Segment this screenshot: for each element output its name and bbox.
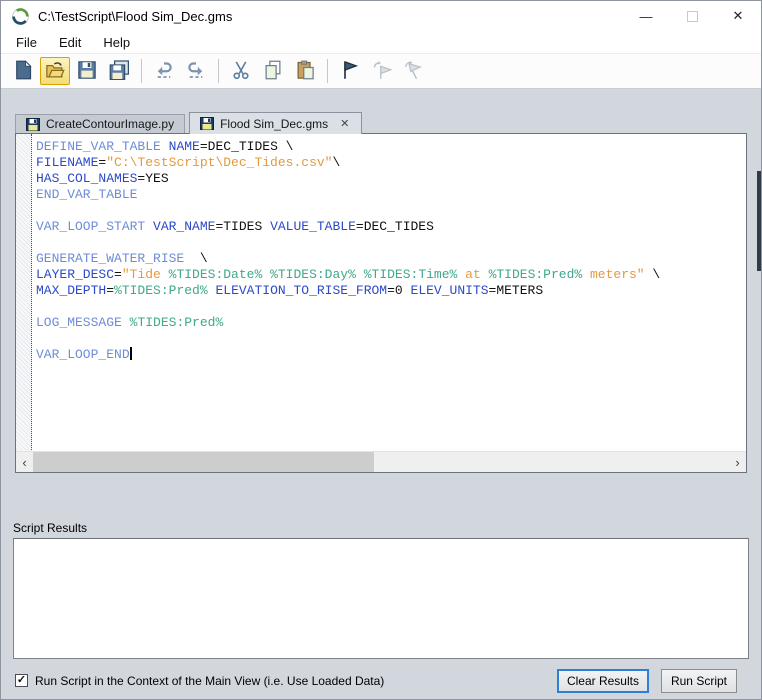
script-results-label: Script Results	[13, 521, 761, 535]
save-button[interactable]	[72, 57, 102, 85]
floppy-disk-icon	[26, 118, 40, 131]
save-all-button[interactable]	[104, 57, 134, 85]
code-line	[36, 331, 746, 347]
code-line: LOG_MESSAGE %TIDES:Pred%	[36, 315, 746, 331]
footer-bar: ✓ Run Script in the Context of the Main …	[1, 668, 761, 693]
previous-flag-button[interactable]	[399, 57, 429, 85]
save-icon	[77, 60, 97, 83]
new-file-button[interactable]	[8, 57, 38, 85]
next-flag-button[interactable]	[367, 57, 397, 85]
run-context-checkbox[interactable]: ✓	[15, 674, 28, 687]
scrollbar-track[interactable]	[33, 452, 729, 472]
titlebar: C:\TestScript\Flood Sim_Dec.gms — ✕	[1, 1, 761, 31]
code-line: LAYER_DESC="Tide %TIDES:Date% %TIDES:Day…	[36, 267, 746, 283]
redo-button[interactable]	[181, 57, 211, 85]
menu-edit[interactable]: Edit	[48, 33, 92, 52]
script-editor[interactable]: DEFINE_VAR_TABLE NAME=DEC_TIDES \FILENAM…	[15, 133, 747, 473]
menu-bar: File Edit Help	[1, 31, 761, 53]
copy-button[interactable]	[258, 57, 288, 85]
window-title: C:\TestScript\Flood Sim_Dec.gms	[38, 9, 232, 24]
background-window-sliver	[757, 171, 761, 271]
cut-icon	[231, 60, 251, 83]
scroll-right-icon[interactable]: ›	[729, 452, 746, 472]
scroll-left-icon[interactable]: ‹	[16, 452, 33, 472]
cut-button[interactable]	[226, 57, 256, 85]
floppy-disk-icon	[200, 117, 214, 130]
redo-icon	[186, 60, 206, 83]
tab-bar: CreateContourImage.py Flood Sim_Dec.gms …	[15, 111, 747, 133]
save-all-icon	[109, 60, 129, 83]
undo-icon	[154, 60, 174, 83]
open-file-button[interactable]	[40, 57, 70, 85]
run-context-checkbox-group: ✓ Run Script in the Context of the Main …	[15, 674, 384, 688]
open-file-icon	[45, 60, 65, 83]
menu-help[interactable]: Help	[92, 33, 141, 52]
scrollbar-thumb[interactable]	[33, 452, 374, 472]
code-line: GENERATE_WATER_RISE \	[36, 251, 746, 267]
text-caret	[130, 347, 132, 360]
code-line: FILENAME="C:\TestScript\Dec_Tides.csv"\	[36, 155, 746, 171]
tab-createcontourimage[interactable]: CreateContourImage.py	[15, 114, 185, 133]
tab-flood-sim-dec[interactable]: Flood Sim_Dec.gms ✕	[189, 112, 362, 134]
tab-label: CreateContourImage.py	[46, 117, 174, 131]
new-file-icon	[13, 60, 33, 83]
code-line: HAS_COL_NAMES=YES	[36, 171, 746, 187]
create-flag-button[interactable]	[335, 57, 365, 85]
paste-icon	[295, 60, 315, 83]
next-flag-icon	[372, 60, 392, 83]
run-script-button[interactable]: Run Script	[661, 669, 737, 693]
code-line: VAR_LOOP_END	[36, 347, 746, 363]
gms-logo-icon	[12, 8, 29, 25]
close-button[interactable]: ✕	[715, 1, 761, 31]
copy-icon	[263, 60, 283, 83]
toolbar-separator	[218, 59, 219, 83]
code-line	[36, 299, 746, 315]
code-line	[36, 203, 746, 219]
create-flag-icon	[340, 60, 360, 83]
code-area[interactable]: DEFINE_VAR_TABLE NAME=DEC_TIDES \FILENAM…	[32, 134, 746, 452]
minimize-button[interactable]: —	[623, 1, 669, 31]
maximize-button[interactable]	[669, 1, 715, 31]
minimize-icon: —	[640, 9, 653, 24]
tab-close-icon[interactable]: ✕	[338, 117, 351, 130]
code-line	[36, 235, 746, 251]
menu-file[interactable]: File	[5, 33, 48, 52]
previous-flag-icon	[404, 60, 424, 83]
run-context-label: Run Script in the Context of the Main Vi…	[35, 674, 384, 688]
action-buttons: Clear Results Run Script	[557, 669, 737, 693]
toolbar-separator	[141, 59, 142, 83]
maximize-icon	[687, 11, 698, 22]
code-line: VAR_LOOP_START VAR_NAME=TIDES VALUE_TABL…	[36, 219, 746, 235]
script-results-area[interactable]	[13, 538, 749, 659]
app-window: C:\TestScript\Flood Sim_Dec.gms — ✕ File…	[0, 0, 762, 700]
clear-results-button[interactable]: Clear Results	[557, 669, 649, 693]
code-line: MAX_DEPTH=%TIDES:Pred% ELEVATION_TO_RISE…	[36, 283, 746, 299]
tab-label: Flood Sim_Dec.gms	[220, 117, 328, 131]
editor-gutter	[16, 134, 32, 452]
code-line: END_VAR_TABLE	[36, 187, 746, 203]
code-line: DEFINE_VAR_TABLE NAME=DEC_TIDES \	[36, 139, 746, 155]
toolbar	[1, 53, 761, 89]
horizontal-scrollbar[interactable]: ‹ ›	[16, 451, 746, 472]
paste-button[interactable]	[290, 57, 320, 85]
toolbar-separator	[327, 59, 328, 83]
close-icon: ✕	[733, 8, 744, 24]
window-controls: — ✕	[623, 1, 761, 31]
undo-button[interactable]	[149, 57, 179, 85]
